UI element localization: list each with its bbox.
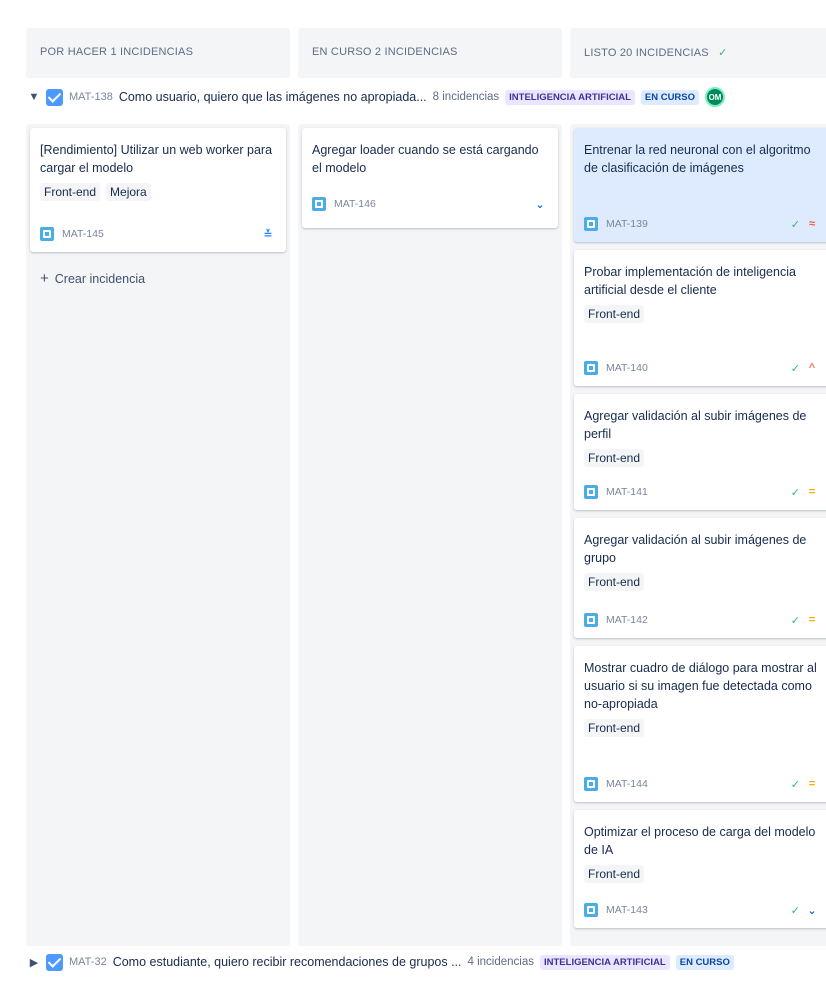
column-header-in-progress: EN CURSO 2 INCIDENCIAS xyxy=(298,28,562,78)
subtask-icon xyxy=(584,777,598,791)
card-footer: MAT-146 ⌄ xyxy=(312,196,546,212)
column-title: POR HACER 1 INCIDENCIAS xyxy=(40,46,194,58)
subtask-icon xyxy=(584,903,598,917)
epic-status-badge: EN CURSO xyxy=(640,89,700,105)
done-check-icon: ✓ xyxy=(790,218,800,231)
epic-key[interactable]: MAT-138 xyxy=(69,91,113,103)
priority-low-icon: ⌄ xyxy=(807,904,817,917)
subtask-icon xyxy=(584,613,598,627)
lane-in-progress xyxy=(298,124,562,946)
done-check-icon: ✓ xyxy=(790,362,800,375)
epic-label-badge: INTELIGENCIA ARTIFICIAL xyxy=(540,954,670,970)
done-check-icon: ✓ xyxy=(790,486,800,499)
priority-medium-icon: = xyxy=(808,486,816,498)
board: POR HACER 1 INCIDENCIAS EN CURSO 2 INCID… xyxy=(12,8,826,978)
card-footer: MAT-140 ✓ ^ xyxy=(584,360,818,376)
epic-title[interactable]: Como usuario, quiero que las imágenes no… xyxy=(119,90,427,104)
card-footer: MAT-145 ≚ xyxy=(40,226,274,242)
done-check-icon: ✓ xyxy=(790,614,800,627)
card-footer: MAT-143 ✓ ⌄ xyxy=(584,902,818,918)
card-footer: MAT-142 ✓ = xyxy=(584,612,818,628)
card-key[interactable]: MAT-139 xyxy=(606,218,791,230)
card-key[interactable]: MAT-140 xyxy=(606,362,791,374)
card-labels: Front-end xyxy=(584,719,820,737)
issue-card[interactable]: Entrenar la red neuronal con el algoritm… xyxy=(574,128,826,242)
done-check-icon: ✓ xyxy=(790,778,800,791)
epic-swimlane-header[interactable]: ▶ MAT-32 Como estudiante, quiero recibir… xyxy=(26,950,740,974)
card-title: Agregar validación al subir imágenes de … xyxy=(584,533,807,565)
card-title: Probar implementación de inteligencia ar… xyxy=(584,265,796,297)
column-title: EN CURSO 2 INCIDENCIAS xyxy=(312,46,458,58)
card-label: Mejora xyxy=(106,183,151,201)
priority-low-icon: ⌄ xyxy=(535,198,545,211)
card-label: Front-end xyxy=(584,305,645,323)
card-key[interactable]: MAT-145 xyxy=(62,228,262,240)
column-header-done: LISTO 20 INCIDENCIAS ✓ xyxy=(570,28,826,78)
epic-title[interactable]: Como estudiante, quiero recibir recomend… xyxy=(113,955,462,969)
issue-card[interactable]: Optimizar el proceso de carga del modelo… xyxy=(574,810,826,928)
card-label: Front-end xyxy=(584,573,645,591)
card-title: Entrenar la red neuronal con el algoritm… xyxy=(584,143,811,175)
subtask-icon xyxy=(584,361,598,375)
epic-key[interactable]: MAT-32 xyxy=(69,956,107,968)
card-footer: MAT-139 ✓ ≈ xyxy=(584,216,818,232)
issue-card[interactable]: Agregar validación al subir imágenes de … xyxy=(574,394,826,510)
card-labels: Front-end xyxy=(584,305,820,323)
create-issue-button[interactable]: + Crear incidencia xyxy=(40,270,145,287)
epic-checkbox-icon xyxy=(46,953,63,971)
card-title: Optimizar el proceso de carga del modelo… xyxy=(584,825,816,857)
card-label: Front-end xyxy=(584,865,645,883)
card-title: Agregar loader cuando se está cargando e… xyxy=(312,143,539,175)
create-issue-label: Crear incidencia xyxy=(54,272,146,286)
priority-highest-icon: ≈ xyxy=(808,218,816,230)
done-check-icon: ✓ xyxy=(790,904,800,917)
card-key[interactable]: MAT-141 xyxy=(606,486,791,498)
card-key[interactable]: MAT-144 xyxy=(606,778,791,790)
issue-card[interactable]: Mostrar cuadro de diálogo para mostrar a… xyxy=(574,646,826,802)
epic-swimlane-header[interactable]: ▼ MAT-138 Como usuario, quiero que las i… xyxy=(26,85,726,109)
card-key[interactable]: MAT-146 xyxy=(334,198,534,210)
card-labels: Front-end xyxy=(584,449,820,467)
card-key[interactable]: MAT-142 xyxy=(606,614,791,626)
column-title: LISTO 20 INCIDENCIAS xyxy=(584,47,709,59)
card-footer: MAT-141 ✓ = xyxy=(584,484,818,500)
chevron-down-icon[interactable]: ▼ xyxy=(26,91,42,103)
epic-issue-count: 8 incidencias xyxy=(432,91,500,103)
column-header-todo: POR HACER 1 INCIDENCIAS xyxy=(26,28,290,78)
subtask-icon xyxy=(584,485,598,499)
card-title: [Rendimiento] Utilizar un web worker par… xyxy=(40,143,273,175)
chevron-right-icon[interactable]: ▶ xyxy=(26,956,42,969)
card-labels: Front-end Mejora xyxy=(40,183,276,201)
card-title: Mostrar cuadro de diálogo para mostrar a… xyxy=(584,661,817,711)
card-label: Front-end xyxy=(584,719,645,737)
issue-card[interactable]: Agregar validación al subir imágenes de … xyxy=(574,518,826,638)
epic-checkbox-icon xyxy=(46,88,63,106)
card-footer: MAT-144 ✓ = xyxy=(584,776,818,792)
priority-lowest-icon: ≚ xyxy=(263,228,273,241)
plus-icon: + xyxy=(40,270,49,287)
epic-issue-count: 4 incidencias xyxy=(467,956,534,968)
subtask-icon xyxy=(584,217,598,231)
card-labels: Front-end xyxy=(584,573,820,591)
subtask-icon xyxy=(40,227,54,241)
assignee-avatar[interactable]: OM xyxy=(705,87,726,107)
card-labels: Front-end xyxy=(584,865,820,883)
priority-high-icon: ^ xyxy=(808,362,816,374)
card-label: Front-end xyxy=(40,183,101,201)
epic-label-badge: INTELIGENCIA ARTIFICIAL xyxy=(505,89,635,105)
issue-card[interactable]: [Rendimiento] Utilizar un web worker par… xyxy=(30,128,286,252)
check-icon: ✓ xyxy=(718,47,728,59)
card-key[interactable]: MAT-143 xyxy=(606,904,791,916)
card-title: Agregar validación al subir imágenes de … xyxy=(584,409,807,441)
priority-medium-icon: = xyxy=(808,614,816,626)
issue-card[interactable]: Probar implementación de inteligencia ar… xyxy=(574,250,826,386)
issue-card[interactable]: Agregar loader cuando se está cargando e… xyxy=(302,128,558,228)
card-label: Front-end xyxy=(584,449,645,467)
epic-status-badge: EN CURSO xyxy=(675,954,734,970)
priority-medium-icon: = xyxy=(808,778,816,790)
subtask-icon xyxy=(312,197,326,211)
